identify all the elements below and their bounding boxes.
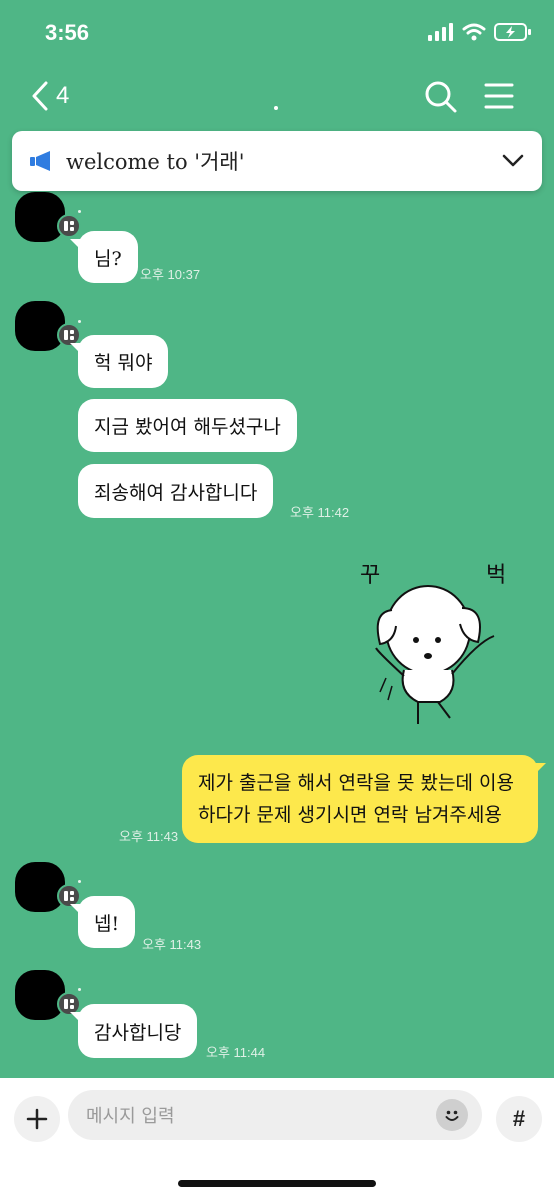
home-indicator (178, 1180, 376, 1187)
chat-header: 4 (0, 66, 554, 130)
avatar[interactable] (15, 970, 81, 1020)
search-button[interactable] (424, 80, 458, 118)
avatar[interactable] (15, 301, 81, 351)
message-time: 오후 11:43 (142, 937, 202, 952)
message-time: 오후 11:42 (290, 505, 350, 520)
avatar[interactable] (15, 862, 81, 912)
message-text: 감사합니당 (94, 1021, 182, 1044)
chevron-left-icon (32, 81, 48, 111)
megaphone-icon (30, 151, 50, 171)
message-bubble[interactable]: 넵! (70, 896, 136, 948)
signal-icon (428, 23, 453, 41)
message-bubble[interactable]: 감사합니당 (70, 1004, 198, 1058)
back-button[interactable]: 4 (30, 80, 69, 112)
my-message-bubble[interactable]: 제가 출근을 해서 연락을 못 봤는데 이용하다가 문제 생기시면 연락 남겨주… (182, 755, 546, 843)
message-text: 넵! (94, 912, 120, 935)
sender-name (78, 880, 81, 883)
hashtag-icon: # (512, 1106, 526, 1131)
hamburger-icon (484, 83, 514, 109)
svg-text:꾸: 꾸 (360, 563, 380, 588)
message-bubble[interactable]: 지금 봤어여 해두셨구나 (78, 399, 297, 452)
chevron-down-icon[interactable] (502, 154, 524, 168)
svg-text:벅: 벅 (486, 563, 506, 588)
plus-icon (26, 1108, 48, 1130)
message-bubble[interactable]: 죄송해여 감사합니다 (78, 464, 274, 518)
wifi-icon (462, 23, 486, 41)
message-text: 헉 뭐야 (94, 352, 153, 374)
sender-name (78, 210, 81, 213)
message-text: 제가 출근을 해서 연락을 못 봤는데 이용하다가 문제 생기시면 연락 남겨주… (198, 772, 514, 826)
smiley-icon (445, 1110, 459, 1121)
message-text: 죄송해여 감사합니다 (94, 481, 258, 504)
menu-button[interactable] (484, 82, 514, 114)
emoji-button[interactable] (436, 1099, 468, 1131)
battery-charging-icon (494, 23, 531, 41)
status-bar: 3:56 (0, 0, 554, 66)
status-icons (428, 22, 532, 42)
message-text: 님? (94, 247, 122, 270)
message-text: 지금 봤어여 해두셨구나 (94, 416, 281, 438)
message-time: 오후 11:43 (119, 829, 179, 844)
message-time: 오후 10:37 (140, 267, 201, 282)
notice-text: welcome to '거래' (66, 150, 245, 174)
puppy-sticker[interactable]: 꾸 벅 (358, 552, 518, 728)
status-time: 3:56 (45, 20, 90, 45)
message-bubble[interactable]: 님? (70, 231, 138, 283)
avatar[interactable] (15, 192, 81, 242)
message-input-placeholder: 메시지 입력 (86, 1106, 175, 1127)
hashtag-button[interactable]: # (496, 1096, 542, 1142)
unread-count: 4 (56, 82, 70, 109)
sender-name (78, 320, 81, 323)
attach-button[interactable] (14, 1096, 60, 1142)
message-bubble[interactable]: 헉 뭐야 (70, 335, 169, 388)
search-icon (425, 81, 457, 113)
notice-banner[interactable]: welcome to '거래' (12, 131, 542, 191)
sender-name (78, 988, 81, 991)
message-input[interactable]: 메시지 입력 (68, 1090, 482, 1140)
chat-title-dot (274, 106, 278, 110)
puppy-sticker-image: 꾸 벅 (360, 563, 506, 724)
profile-badge-icon (57, 214, 81, 238)
message-time: 오후 11:44 (206, 1045, 266, 1060)
